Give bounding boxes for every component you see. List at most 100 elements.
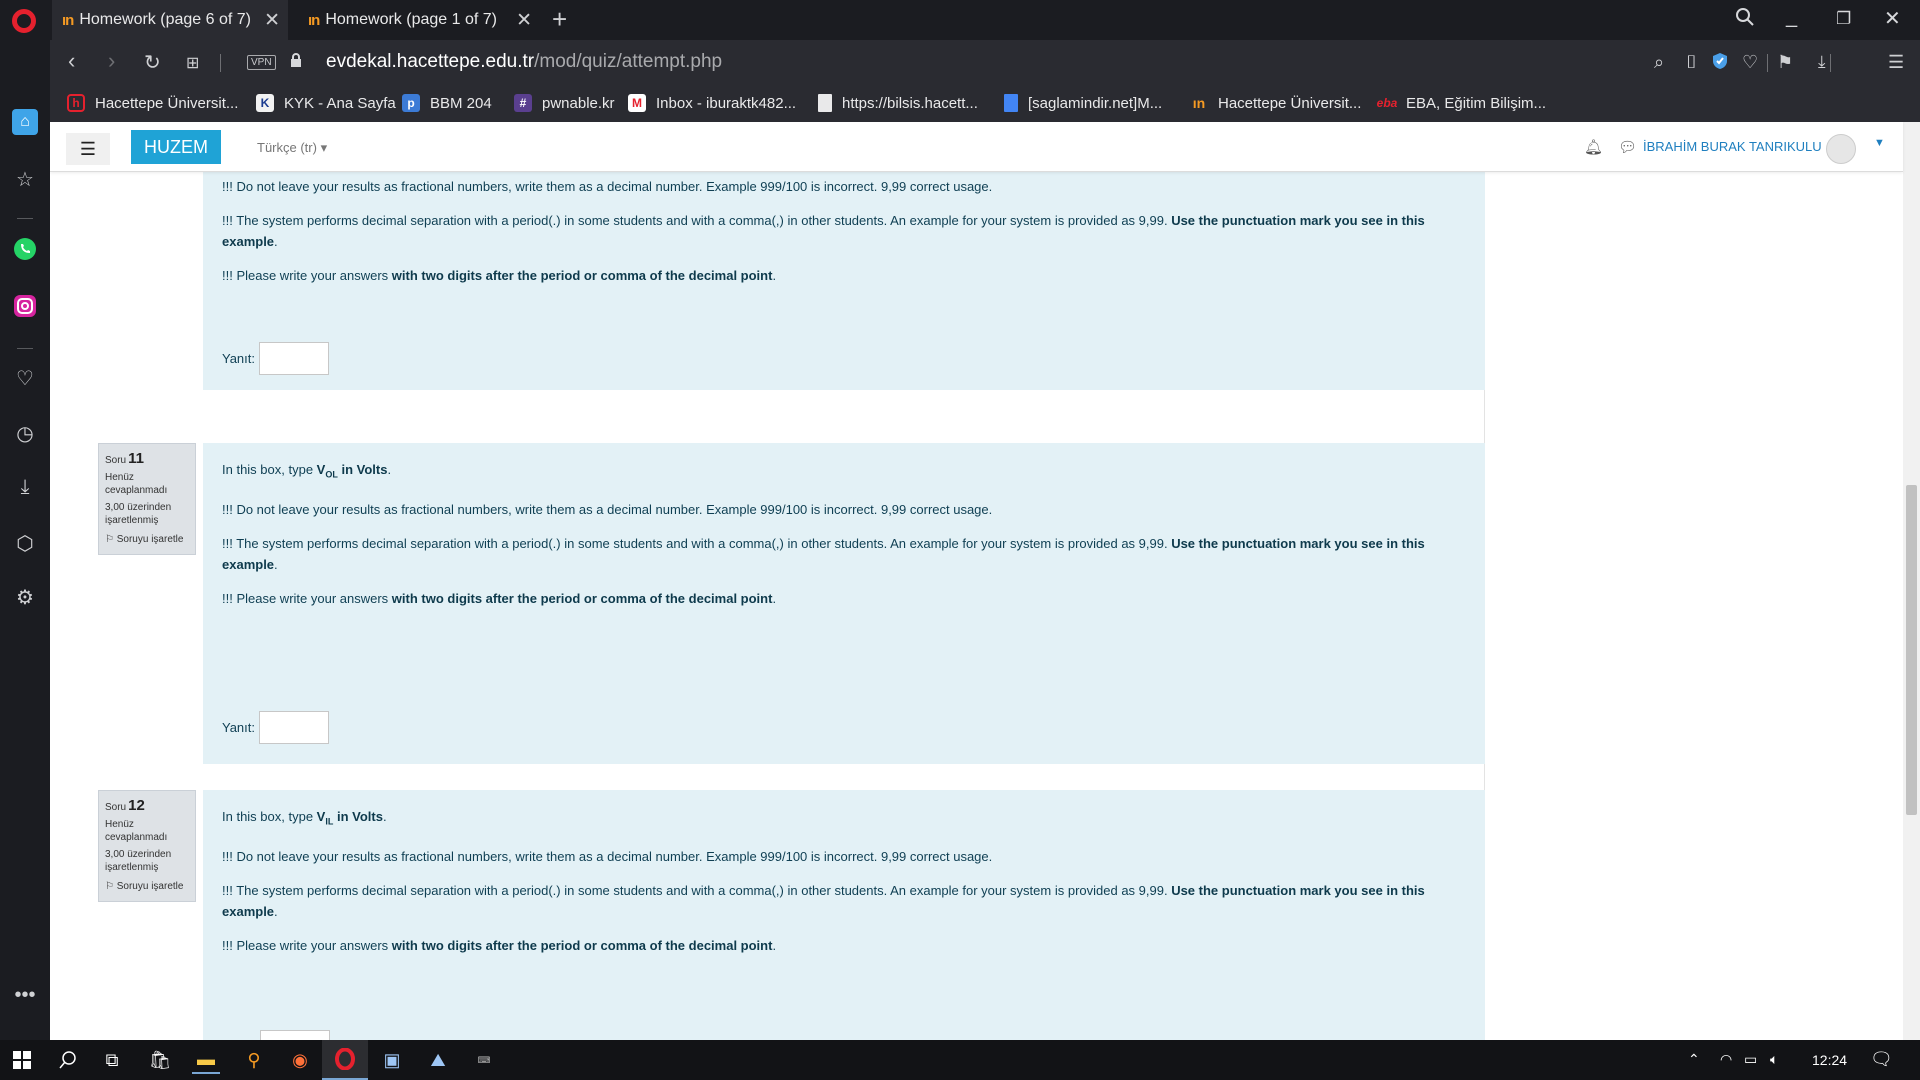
- bookmarks-bar: h Hacettepe Üniversit... K KYK - Ana Say…: [50, 86, 1920, 122]
- tab-homework-page-6[interactable]: ın Homework (page 6 of 7) ✕: [52, 0, 288, 40]
- bookmark-bilsis[interactable]: https://bilsis.hacett...: [818, 94, 978, 112]
- downloads-icon[interactable]: ⤓: [12, 474, 38, 500]
- instagram-icon[interactable]: [12, 293, 38, 319]
- url-field[interactable]: evdekal.hacettepe.edu.tr/mod/quiz/attemp…: [326, 51, 722, 73]
- wifi-icon[interactable]: ◠: [1720, 1051, 1732, 1068]
- minimize-icon[interactable]: _: [1786, 6, 1797, 29]
- chevron-down-icon[interactable]: ▼: [1874, 137, 1885, 149]
- tab-homework-page-1[interactable]: ın Homework (page 1 of 7) ✕: [298, 0, 540, 40]
- windows-start-icon[interactable]: [8, 1046, 36, 1074]
- notification-center-icon[interactable]: 🗨︎: [1870, 1049, 1893, 1070]
- whatsapp-icon[interactable]: [12, 236, 38, 262]
- more-dots-icon[interactable]: •••: [12, 982, 38, 1008]
- bookmark-hacettepe-moodle[interactable]: ın Hacettepe Üniversit...: [1190, 94, 1362, 112]
- answer-row: [222, 1030, 330, 1040]
- download-icon[interactable]: ⤓: [1818, 52, 1826, 72]
- forward-icon[interactable]: ›: [108, 48, 115, 74]
- star-icon[interactable]: ☆: [12, 166, 38, 192]
- chevron-up-icon[interactable]: ⌃: [1688, 1051, 1700, 1068]
- settings-gear-icon[interactable]: ⚙: [12, 584, 38, 610]
- flag-question-link[interactable]: ⚐ Soruyu işaretle: [105, 533, 189, 546]
- file-explorer-icon[interactable]: ▬: [192, 1046, 220, 1074]
- slack-hash-icon: #: [514, 94, 532, 112]
- bookmark-pwnable[interactable]: # pwnable.kr: [514, 94, 615, 112]
- history-clock-icon[interactable]: ◷: [12, 420, 38, 446]
- heart-icon[interactable]: ♡: [1742, 52, 1758, 73]
- question-state: Henüz cevaplanmadı: [105, 819, 168, 843]
- divider: [17, 218, 33, 219]
- opera-taskbar-icon[interactable]: [322, 1040, 368, 1080]
- reload-icon[interactable]: ↻: [144, 50, 161, 75]
- eba-icon: eba: [1376, 96, 1398, 110]
- question-info-12: Soru 12 Henüz cevaplanmadı 3,00 üzerinden…: [98, 790, 196, 902]
- opera-sidebar: ⌂ ☆ ♡ ◷ ⤓ ⬡ ⚙ •••: [0, 40, 50, 1040]
- search-icon[interactable]: [54, 1046, 82, 1074]
- bookmark-eba[interactable]: eba EBA, Eğitim Bilişim...: [1376, 94, 1546, 112]
- new-tab-plus-icon[interactable]: +: [552, 4, 567, 35]
- bookmark-saglamindir[interactable]: [saglamindir.net]M...: [1004, 94, 1162, 112]
- scrollbar-thumb[interactable]: [1906, 485, 1917, 815]
- task-view-icon[interactable]: ⧉: [98, 1046, 126, 1074]
- question-info-11: Soru 11 Henüz cevaplanmadı 3,00 üzerinden…: [98, 443, 196, 555]
- menu-hamburger-icon[interactable]: ☰: [66, 133, 110, 165]
- user-name[interactable]: İBRAHİM BURAK TANRIKULU: [1643, 139, 1822, 154]
- restore-icon[interactable]: ❐: [1836, 9, 1851, 29]
- answer-input[interactable]: [260, 1030, 330, 1040]
- answer-input[interactable]: [259, 711, 330, 744]
- flow-flag-icon[interactable]: ⚑: [1777, 52, 1793, 73]
- bookmark-label: https://bilsis.hacett...: [842, 94, 978, 112]
- question-text: In this box, type VOL in Volts.: [222, 462, 392, 480]
- volume-icon[interactable]: 🔈︎: [1770, 1051, 1778, 1068]
- flag-question-link[interactable]: ⚐ Soruyu işaretle: [105, 880, 189, 893]
- tab-search-icon[interactable]: [1735, 7, 1755, 33]
- message-bubble-icon[interactable]: 💬︎: [1618, 138, 1637, 156]
- battery-icon[interactable]: ▭: [1744, 1051, 1757, 1068]
- clock[interactable]: 12:24: [1812, 1052, 1847, 1068]
- vpn-badge[interactable]: VPN: [247, 55, 276, 70]
- web-page: ☰ HUZEM Türkçe (tr) ▾ 🔔︎ 💬︎ İBRAHİM BURA…: [50, 122, 1920, 1040]
- bookmark-label: KYK - Ana Sayfa: [284, 94, 396, 112]
- question-marks: 3,00 üzerinden işaretlenmiş: [105, 502, 172, 526]
- snapshot-camera-icon[interactable]: ⌷: [1686, 52, 1697, 73]
- tab-grid-icon[interactable]: ⊞: [186, 53, 199, 73]
- flag-icon: ⚐: [105, 881, 114, 892]
- avatar[interactable]: [1826, 134, 1856, 164]
- extensions-cube-icon[interactable]: ⬡: [12, 530, 38, 556]
- bell-notification-icon[interactable]: 🔔︎: [1584, 138, 1603, 156]
- language-menu[interactable]: Türkçe (tr) ▾: [257, 140, 327, 156]
- search-in-page-icon[interactable]: ⌕: [1654, 52, 1664, 73]
- chevron-down-icon: ▾: [320, 140, 328, 155]
- bookmark-hacettepe[interactable]: h Hacettepe Üniversit...: [67, 94, 238, 112]
- page-scrollbar[interactable]: [1903, 122, 1920, 1040]
- bookmark-inbox[interactable]: M Inbox - iburaktk482...: [628, 94, 796, 112]
- store-icon[interactable]: 🛍︎: [146, 1046, 174, 1074]
- question-state: Henüz cevaplanmadı: [105, 472, 168, 496]
- note-two-digits: !!! Please write your answers with two d…: [222, 590, 777, 606]
- url-path: /mod/quiz/attempt.php: [534, 51, 723, 72]
- search-app-icon[interactable]: ⚲: [240, 1046, 268, 1074]
- opera-logo-icon[interactable]: [12, 9, 36, 33]
- quiz-content: !!! Do not leave your results as fractio…: [64, 122, 1485, 1040]
- back-icon[interactable]: ‹: [68, 48, 75, 74]
- close-tab-icon[interactable]: ✕: [264, 9, 280, 32]
- bookmark-label: Hacettepe Üniversit...: [95, 94, 239, 112]
- bookmark-kyk[interactable]: K KYK - Ana Sayfa: [256, 94, 396, 112]
- close-tab-icon[interactable]: ✕: [516, 9, 532, 32]
- answer-input[interactable]: [259, 342, 330, 375]
- adblock-shield-icon[interactable]: [1712, 52, 1728, 75]
- question-box-12: In this box, type VIL in Volts. !!! Do n…: [203, 790, 1485, 1040]
- home-speed-dial-icon[interactable]: ⌂: [12, 109, 38, 135]
- lock-icon[interactable]: [290, 53, 302, 72]
- remote-desktop-icon[interactable]: ▣: [378, 1046, 406, 1074]
- document-icon: [818, 94, 832, 112]
- easy-setup-icon[interactable]: ☰: [1888, 52, 1904, 73]
- close-window-icon[interactable]: ✕: [1884, 6, 1901, 31]
- photos-icon[interactable]: ⛰: [424, 1046, 452, 1074]
- hacettepe-icon: h: [67, 94, 85, 112]
- bookmark-bbm204[interactable]: p BBM 204: [402, 94, 492, 112]
- site-brand[interactable]: HUZEM: [131, 130, 221, 164]
- keyboard-icon[interactable]: ⌨: [470, 1046, 498, 1074]
- firefox-icon[interactable]: ◉: [286, 1046, 314, 1074]
- heart-pinboard-icon[interactable]: ♡: [12, 365, 38, 391]
- bookmark-label: Inbox - iburaktk482...: [656, 94, 797, 112]
